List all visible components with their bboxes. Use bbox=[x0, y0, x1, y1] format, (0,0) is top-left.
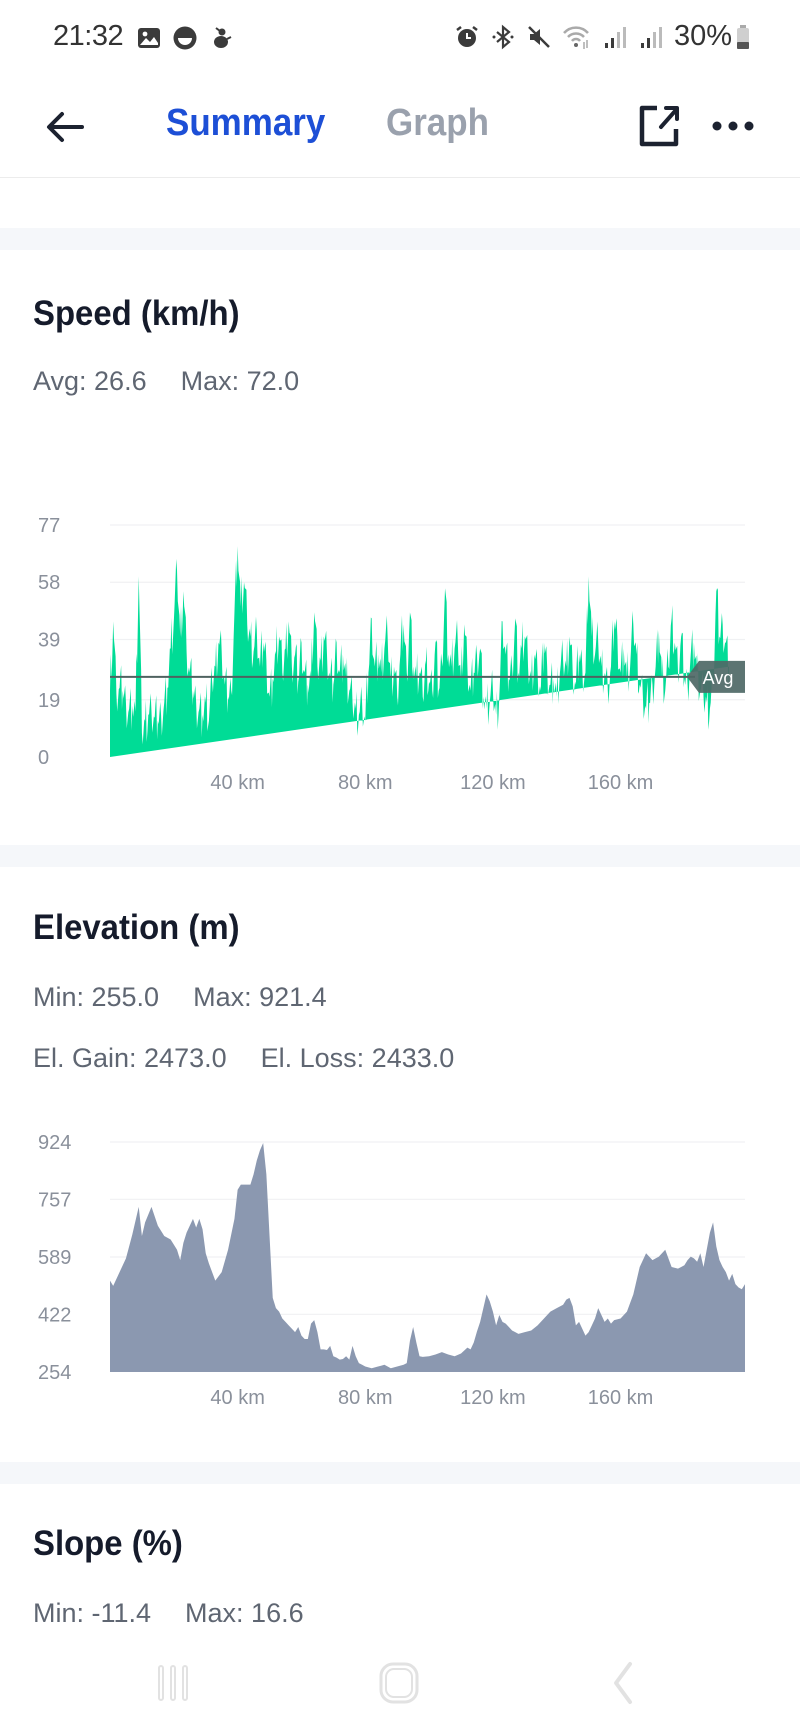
slope-min: Min: -11.4 bbox=[33, 1598, 152, 1628]
app-header: Summary Graph bbox=[0, 80, 800, 178]
battery-percent: 30% bbox=[673, 20, 732, 52]
section-divider bbox=[0, 845, 800, 867]
speed-title: Speed (km/h) bbox=[33, 294, 240, 333]
y-tick-label: 0 bbox=[38, 747, 49, 769]
arrow-left-icon bbox=[47, 112, 84, 142]
recent-apps-button[interactable] bbox=[150, 1658, 200, 1713]
external-link-icon bbox=[639, 105, 679, 147]
alarm-icon bbox=[456, 25, 478, 47]
speed-area bbox=[110, 546, 730, 757]
speed-max: Max: 72.0 bbox=[180, 366, 300, 396]
status-time: 21:32 bbox=[53, 20, 124, 52]
x-tick-label: 160 km bbox=[588, 772, 654, 794]
avg-badge-label: Avg bbox=[703, 668, 734, 688]
elevation-stats-gain-loss: El. Gain: 2473.0 El. Loss: 2433.0 bbox=[33, 1043, 454, 1074]
system-nav-bar bbox=[0, 1640, 800, 1733]
wifi-icon bbox=[563, 25, 589, 49]
slope-title: Slope (%) bbox=[33, 1524, 183, 1563]
x-tick-label: 40 km bbox=[210, 772, 264, 794]
status-right-icons: 30% bbox=[454, 20, 750, 53]
x-tick-label: 80 km bbox=[338, 1387, 392, 1409]
tab-graph[interactable]: Graph bbox=[386, 102, 489, 145]
speed-avg: Avg: 26.6 bbox=[33, 366, 147, 396]
back-button[interactable] bbox=[40, 102, 90, 152]
x-tick-label: 80 km bbox=[338, 772, 392, 794]
signal-icon bbox=[640, 26, 662, 48]
back-icon bbox=[614, 1662, 632, 1704]
slope-max: Max: 16.6 bbox=[185, 1598, 304, 1628]
x-tick-label: 120 km bbox=[460, 772, 526, 794]
status-left-icons bbox=[136, 24, 234, 52]
elevation-max: Max: 921.4 bbox=[193, 982, 327, 1012]
recent-apps-icon bbox=[158, 1665, 188, 1701]
share-button[interactable] bbox=[635, 100, 685, 152]
y-tick-label: 58 bbox=[38, 572, 60, 594]
elevation-title: Elevation (m) bbox=[33, 908, 240, 947]
mute-icon bbox=[528, 25, 550, 48]
bluetooth-icon bbox=[492, 24, 514, 49]
elevation-chart[interactable]: 254 422 589 757 924 40 km 80 km 120 km 160 km bbox=[0, 1120, 800, 1420]
elevation-min: Min: 255.0 bbox=[33, 982, 160, 1012]
system-back-button[interactable] bbox=[600, 1658, 650, 1713]
more-horizontal-icon bbox=[712, 121, 754, 131]
home-icon bbox=[379, 1662, 419, 1704]
slope-stats: Min: -11.4 Max: 16.6 bbox=[33, 1598, 304, 1629]
y-tick-label: 589 bbox=[38, 1247, 71, 1269]
x-tick-label: 120 km bbox=[460, 1387, 526, 1409]
figure-icon bbox=[214, 27, 232, 48]
section-divider bbox=[0, 1462, 800, 1484]
x-tick-label: 160 km bbox=[588, 1387, 654, 1409]
gallery-icon bbox=[138, 28, 160, 48]
y-tick-label: 757 bbox=[38, 1189, 71, 1211]
elevation-stats-min-max: Min: 255.0 Max: 921.4 bbox=[33, 982, 327, 1013]
avg-badge: Avg bbox=[687, 660, 745, 693]
more-button[interactable] bbox=[708, 104, 762, 148]
y-tick-label: 77 bbox=[38, 515, 60, 537]
elevation-loss: El. Loss: 2433.0 bbox=[260, 1043, 455, 1073]
battery-icon bbox=[737, 24, 749, 49]
y-tick-label: 254 bbox=[38, 1362, 71, 1384]
y-tick-label: 924 bbox=[38, 1132, 71, 1154]
y-tick-label: 422 bbox=[38, 1304, 71, 1326]
speed-chart[interactable]: 0 19 39 58 77 40 km 80 km 120 km 160 km Avg bbox=[0, 500, 800, 800]
section-divider bbox=[0, 228, 800, 250]
x-tick-label: 40 km bbox=[210, 1387, 264, 1409]
tab-summary[interactable]: Summary bbox=[166, 102, 325, 145]
speed-stats: Avg: 26.6 Max: 72.0 bbox=[33, 366, 299, 397]
elevation-gain: El. Gain: 2473.0 bbox=[33, 1043, 227, 1073]
signal-icon bbox=[604, 26, 626, 48]
status-bar: 21:32 30% bbox=[0, 0, 800, 76]
y-tick-label: 19 bbox=[38, 690, 60, 712]
y-tick-label: 39 bbox=[38, 629, 60, 651]
home-button[interactable] bbox=[375, 1658, 425, 1713]
face-icon bbox=[173, 26, 197, 50]
